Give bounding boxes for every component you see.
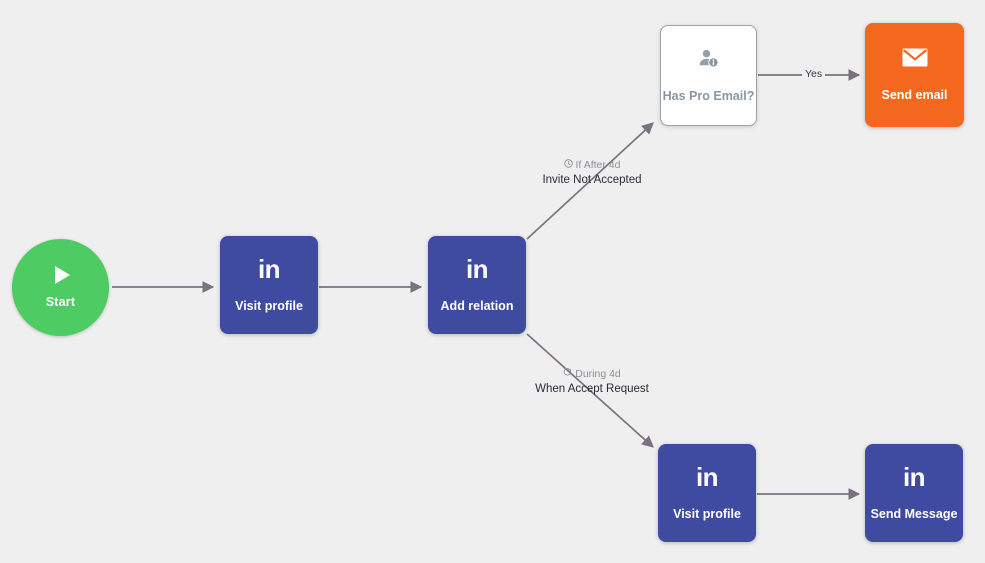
clock-icon — [563, 159, 573, 172]
node-start[interactable]: Start — [12, 239, 109, 336]
play-icon — [55, 266, 70, 284]
node-add-relation-label: Add relation — [440, 299, 514, 314]
node-visit-profile-2[interactable]: in Visit profile — [658, 444, 756, 542]
edge-title-text: When Accept Request — [535, 382, 649, 395]
node-visit-profile-2-label: Visit profile — [673, 507, 741, 522]
edge-label-when-accept-request: During 4d When Accept Request — [492, 367, 692, 397]
node-has-pro-email-label: Has Pro Email? — [662, 88, 755, 103]
linkedin-icon: in — [902, 462, 926, 493]
edge-label-invite-not-accepted: If After 4d Invite Not Accepted — [492, 159, 692, 188]
linkedin-icon: in — [465, 254, 489, 285]
linkedin-icon: in — [695, 462, 719, 493]
node-start-label: Start — [45, 295, 76, 309]
node-send-message[interactable]: in Send Message — [865, 444, 963, 542]
edge-condition-line: If After 4d — [492, 159, 692, 172]
node-send-email-label: Send email — [881, 88, 948, 102]
node-send-message-label: Send Message — [870, 507, 958, 522]
node-visit-profile-1[interactable]: in Visit profile — [220, 236, 318, 334]
linkedin-icon: in — [257, 254, 281, 285]
edge-condition-text: During 4d — [575, 367, 621, 380]
refresh-icon — [563, 367, 572, 381]
user-info-icon — [698, 49, 720, 74]
node-has-pro-email[interactable]: Has Pro Email? — [660, 25, 757, 126]
edge-label-yes: Yes — [802, 68, 826, 80]
edge-condition-line: During 4d — [492, 367, 692, 381]
node-add-relation[interactable]: in Add relation — [428, 236, 526, 334]
edge-title-text: Invite Not Accepted — [542, 173, 642, 186]
node-visit-profile-1-label: Visit profile — [235, 299, 303, 314]
edge-condition-text: If After 4d — [575, 159, 621, 171]
node-send-email[interactable]: Send email — [865, 23, 964, 127]
envelope-icon — [902, 48, 928, 72]
workflow-canvas[interactable]: Start in Visit profile in Add relation H… — [0, 0, 985, 563]
